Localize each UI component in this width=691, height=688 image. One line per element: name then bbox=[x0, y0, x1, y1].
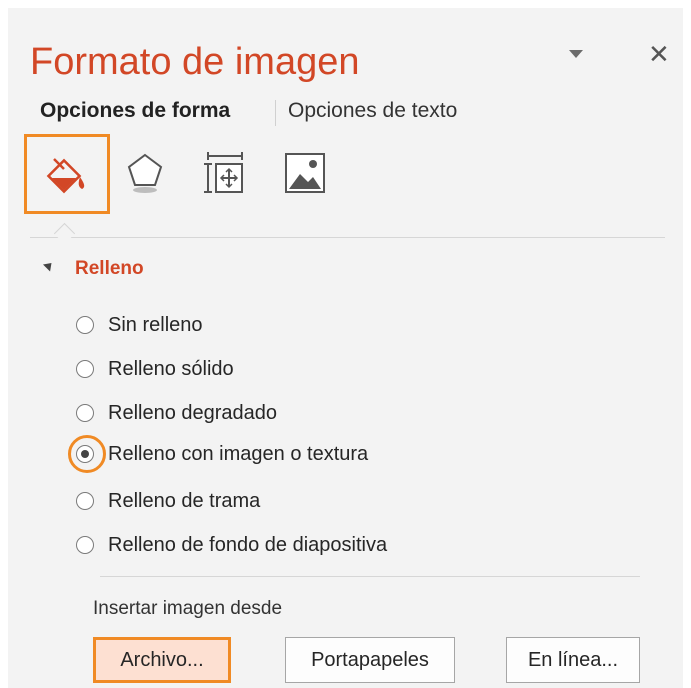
icon-tabs-divider bbox=[30, 237, 665, 238]
radio-button[interactable] bbox=[76, 404, 94, 422]
radio-pattern-fill[interactable]: Relleno de trama bbox=[76, 486, 260, 516]
fill-line-tab[interactable] bbox=[24, 134, 110, 214]
pane-title: Formato de imagen bbox=[30, 41, 360, 83]
effects-tab[interactable] bbox=[112, 140, 178, 206]
triangle-down-icon[interactable] bbox=[569, 50, 583, 58]
radio-slide-background-fill[interactable]: Relleno de fondo de diapositiva bbox=[76, 530, 387, 560]
radio-button[interactable] bbox=[76, 492, 94, 510]
tab-shape-options[interactable]: Opciones de forma bbox=[40, 98, 230, 124]
file-button[interactable]: Archivo... bbox=[93, 637, 231, 683]
radio-label: Relleno de fondo de diapositiva bbox=[108, 534, 388, 556]
radio-label: Relleno de trama bbox=[108, 490, 261, 512]
tab-divider bbox=[275, 100, 276, 126]
tab-text-options[interactable]: Opciones de texto bbox=[288, 98, 457, 124]
close-button[interactable]: ✕ bbox=[648, 40, 670, 68]
effects-icon bbox=[124, 150, 166, 196]
section-title-fill[interactable]: Relleno bbox=[75, 257, 144, 281]
radio-label: Relleno degradado bbox=[108, 402, 278, 424]
insert-picture-label: Insertar imagen desde bbox=[93, 598, 283, 619]
online-button[interactable]: En línea... bbox=[506, 637, 640, 683]
radio-label: Sin relleno bbox=[108, 314, 203, 336]
options-divider bbox=[100, 576, 640, 577]
radio-button[interactable] bbox=[76, 360, 94, 378]
picture-tab[interactable] bbox=[272, 140, 338, 206]
radio-button[interactable] bbox=[76, 536, 94, 554]
picture-icon bbox=[282, 150, 328, 196]
radio-solid-fill[interactable]: Relleno sólido bbox=[76, 354, 234, 384]
radio-label: Relleno con imagen o textura bbox=[108, 443, 369, 465]
radio-button-checked[interactable] bbox=[76, 445, 94, 463]
radio-picture-texture-fill[interactable]: Relleno con imagen o textura bbox=[76, 439, 368, 469]
radio-label: Relleno sólido bbox=[108, 358, 234, 380]
size-properties-tab[interactable] bbox=[192, 140, 258, 206]
clipboard-button[interactable]: Portapapeles bbox=[285, 637, 455, 683]
fill-line-icon bbox=[42, 151, 92, 197]
radio-gradient-fill[interactable]: Relleno degradado bbox=[76, 398, 277, 428]
radio-no-fill[interactable]: Sin relleno bbox=[76, 310, 203, 340]
radio-button[interactable] bbox=[76, 316, 94, 334]
size-properties-icon bbox=[202, 150, 248, 196]
